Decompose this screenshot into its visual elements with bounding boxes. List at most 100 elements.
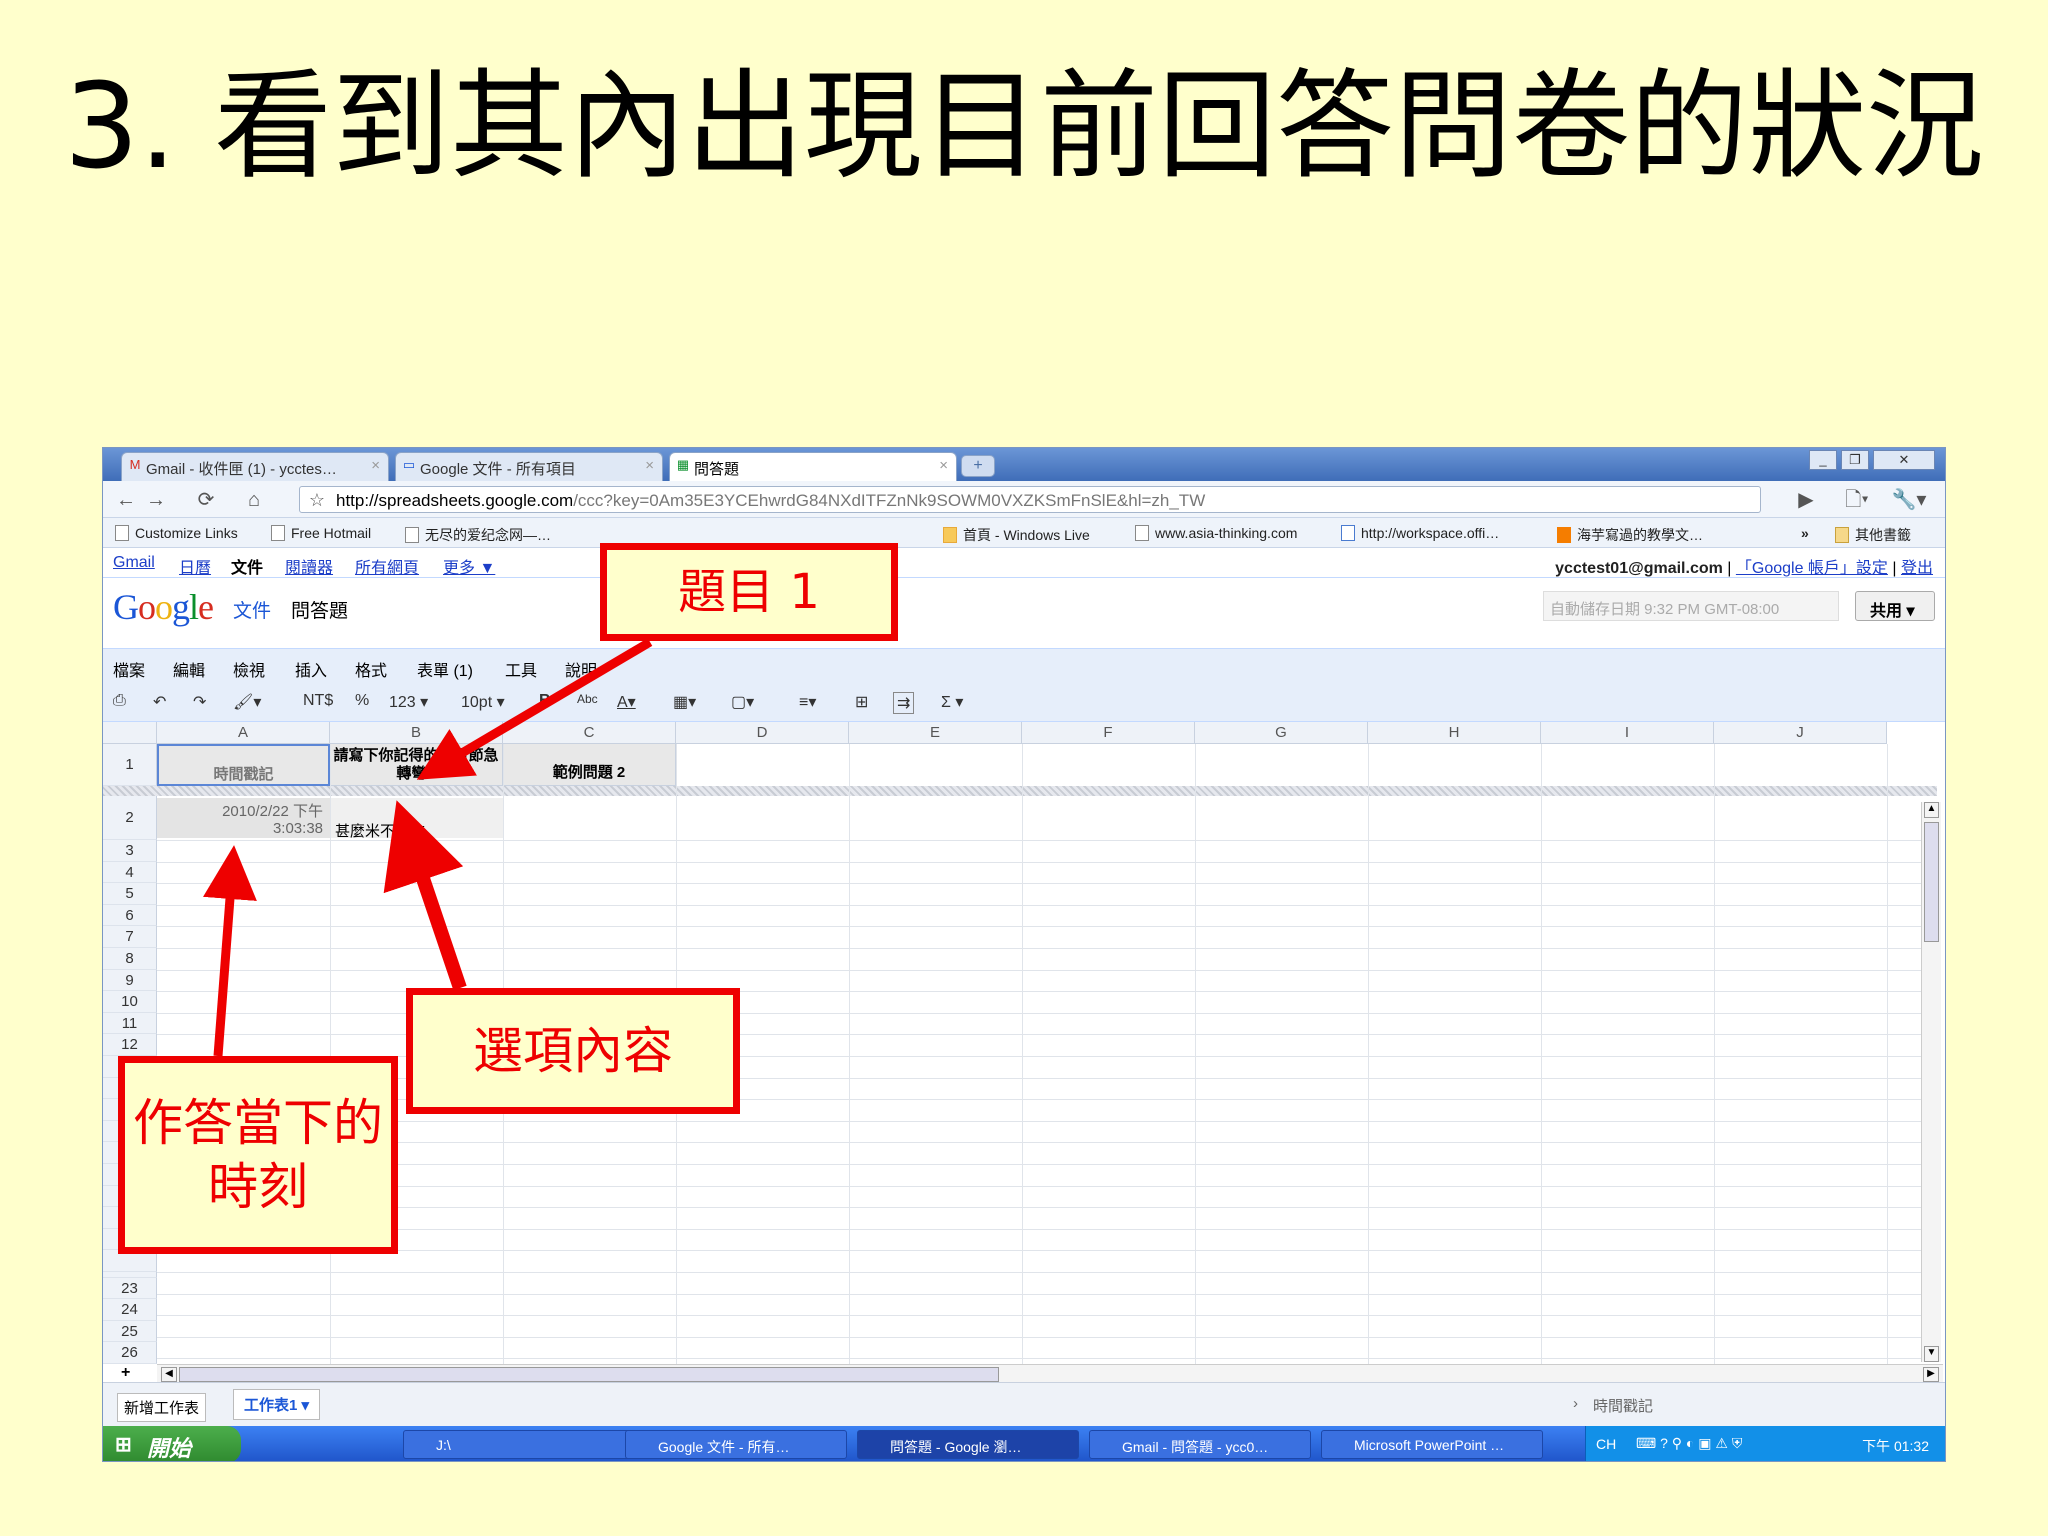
undo-icon[interactable]: ↶ bbox=[153, 692, 166, 712]
taskbar-item[interactable]: Gmail - 問答題 - ycc0… bbox=[1089, 1430, 1311, 1459]
close-window-icon[interactable]: ✕ bbox=[1873, 450, 1935, 470]
row-header[interactable]: 2 bbox=[103, 796, 157, 840]
paint-format-icon[interactable]: 🖌▾ bbox=[233, 692, 261, 712]
new-tab-button[interactable]: + bbox=[961, 455, 995, 477]
column-header[interactable]: B bbox=[330, 722, 503, 744]
menu-format[interactable]: 格式 bbox=[355, 657, 387, 681]
calendar-link[interactable]: 日曆 bbox=[179, 554, 211, 578]
sign-out-link[interactable]: 登出 bbox=[1901, 560, 1933, 577]
column-header[interactable]: F bbox=[1022, 722, 1195, 744]
row-header[interactable]: 24 bbox=[103, 1299, 157, 1321]
row-header[interactable]: 26 bbox=[103, 1342, 157, 1364]
row-header[interactable]: 23 bbox=[103, 1277, 157, 1300]
wrap-text-icon[interactable]: ⇉ bbox=[893, 692, 915, 714]
bookmark-item[interactable]: http://workspace.offi… bbox=[1341, 525, 1499, 541]
all-web-link[interactable]: 所有網頁 bbox=[355, 554, 419, 578]
tab-docs[interactable]: ▭ Google 文件 - 所有項目 × bbox=[395, 452, 663, 481]
menu-help[interactable]: 說明 bbox=[565, 657, 597, 681]
menu-view[interactable]: 檢視 bbox=[233, 657, 265, 681]
merge-cells-icon[interactable]: ⊞ bbox=[855, 692, 868, 712]
fill-color-icon[interactable]: ▦▾ bbox=[673, 692, 696, 712]
align-icon[interactable]: ≡▾ bbox=[799, 692, 816, 712]
page-menu-icon[interactable]: 🗋▾ bbox=[1837, 487, 1877, 513]
header-cell-timestamp[interactable]: 時間戳記 bbox=[157, 744, 330, 786]
account-settings-link[interactable]: 「Google 帳戶」設定 bbox=[1736, 560, 1888, 577]
share-button[interactable]: 共用 ▾ bbox=[1855, 591, 1935, 621]
gmail-link[interactable]: Gmail bbox=[113, 554, 155, 572]
row-header[interactable]: 1 bbox=[103, 744, 157, 786]
row-header[interactable]: 8 bbox=[103, 948, 157, 970]
column-header[interactable]: D bbox=[676, 722, 849, 744]
number-format-button[interactable]: 123 ▾ bbox=[389, 692, 428, 712]
menu-file[interactable]: 檔案 bbox=[113, 657, 145, 681]
column-header[interactable]: I bbox=[1541, 722, 1714, 744]
go-icon[interactable]: ▶ bbox=[1793, 487, 1819, 513]
scroll-left-icon[interactable]: ◀ bbox=[161, 1367, 177, 1382]
close-icon[interactable]: × bbox=[939, 457, 948, 474]
strikethrough-icon[interactable]: Abc bbox=[577, 692, 598, 706]
tab-gmail[interactable]: M Gmail - 收件匣 (1) - ycctes… × bbox=[121, 452, 389, 481]
bookmark-item[interactable]: www.asia-thinking.com bbox=[1135, 525, 1297, 541]
sheet-tab[interactable]: 工作表1 ▾ bbox=[233, 1389, 321, 1420]
grid-corner[interactable] bbox=[103, 722, 157, 744]
more-bookmarks-icon[interactable]: » bbox=[1801, 525, 1809, 541]
bookmark-item[interactable]: 首頁 - Windows Live bbox=[943, 525, 1090, 545]
reader-link[interactable]: 閱讀器 bbox=[285, 554, 333, 578]
taskbar-item[interactable]: Microsoft PowerPoint … bbox=[1321, 1430, 1543, 1459]
row-header[interactable]: 11 bbox=[103, 1012, 157, 1035]
column-header[interactable]: C bbox=[503, 722, 676, 744]
more-link[interactable]: 更多 ▼ bbox=[443, 554, 495, 578]
taskbar-item[interactable]: 問答題 - Google 瀏… bbox=[857, 1430, 1079, 1459]
percent-button[interactable]: % bbox=[355, 692, 369, 710]
bookmark-item[interactable]: 无尽的爱纪念网—… bbox=[405, 525, 551, 545]
taskbar-item[interactable]: J:\ bbox=[403, 1430, 639, 1459]
text-color-icon[interactable]: A▾ bbox=[617, 692, 636, 712]
menu-edit[interactable]: 編輯 bbox=[173, 657, 205, 681]
header-cell-question-1[interactable]: 請寫下你記得的題目節急轉彎? bbox=[330, 744, 503, 786]
restore-icon[interactable]: ❐ bbox=[1841, 450, 1869, 470]
bookmark-item[interactable]: Free Hotmail bbox=[271, 525, 371, 541]
tab-spreadsheet[interactable]: ▦ 問答題 × bbox=[669, 452, 957, 481]
scroll-right-icon[interactable]: ▶ bbox=[1923, 1367, 1939, 1382]
formula-button[interactable]: Σ ▾ bbox=[941, 692, 963, 712]
row-header[interactable]: 9 bbox=[103, 969, 157, 992]
menu-tools[interactable]: 工具 bbox=[505, 657, 537, 681]
tray-icons[interactable]: ⌨ ? ⚲ ◐ ▣ ⚠ ⛨ bbox=[1636, 1435, 1742, 1452]
back-icon[interactable]: ← bbox=[113, 487, 139, 513]
minimize-icon[interactable]: _ bbox=[1809, 450, 1837, 470]
row-header[interactable]: 6 bbox=[103, 904, 157, 927]
taskbar-item[interactable]: Google 文件 - 所有… bbox=[625, 1430, 847, 1459]
row-header[interactable]: 25 bbox=[103, 1320, 157, 1343]
add-row-button[interactable]: + bbox=[121, 1364, 130, 1382]
borders-icon[interactable]: ▢▾ bbox=[731, 692, 754, 712]
vertical-scrollbar[interactable]: ▲ ▼ bbox=[1921, 802, 1941, 1362]
scroll-down-icon[interactable]: ▼ bbox=[1924, 1346, 1939, 1362]
close-icon[interactable]: × bbox=[371, 457, 380, 474]
google-logo[interactable]: Google bbox=[113, 586, 214, 628]
column-header[interactable]: G bbox=[1195, 722, 1368, 744]
menu-form[interactable]: 表單 (1) bbox=[417, 657, 473, 681]
row-header[interactable]: 3 bbox=[103, 840, 157, 862]
row-header[interactable]: 4 bbox=[103, 861, 157, 884]
row-header[interactable]: 10 bbox=[103, 991, 157, 1013]
address-bar[interactable]: ☆ http://spreadsheets.google.com/ccc?key… bbox=[299, 486, 1761, 513]
forward-icon[interactable]: → bbox=[143, 487, 169, 513]
row-header[interactable]: 12 bbox=[103, 1034, 157, 1056]
bookmark-item[interactable]: 海芋寫過的教學文… bbox=[1557, 525, 1703, 545]
font-size-select[interactable]: 10pt ▾ bbox=[461, 692, 505, 712]
other-bookmarks[interactable]: 其他書籤 bbox=[1835, 525, 1911, 545]
scroll-thumb[interactable] bbox=[179, 1367, 999, 1382]
reload-icon[interactable]: ⟳ bbox=[193, 487, 219, 513]
currency-button[interactable]: NT$ bbox=[303, 692, 333, 710]
print-icon[interactable]: ⎙ bbox=[113, 692, 126, 710]
bold-icon[interactable]: B bbox=[539, 692, 551, 710]
start-button[interactable]: ⊞ 開始 bbox=[103, 1426, 241, 1461]
add-sheet-button[interactable]: 新增工作表 bbox=[117, 1393, 207, 1422]
scroll-thumb[interactable] bbox=[1924, 822, 1939, 942]
row-header[interactable]: 7 bbox=[103, 926, 157, 948]
column-header[interactable]: J bbox=[1714, 722, 1887, 744]
row-header[interactable]: 5 bbox=[103, 883, 157, 905]
menu-insert[interactable]: 插入 bbox=[295, 657, 327, 681]
column-header[interactable]: E bbox=[849, 722, 1022, 744]
column-header[interactable]: A bbox=[157, 722, 330, 744]
